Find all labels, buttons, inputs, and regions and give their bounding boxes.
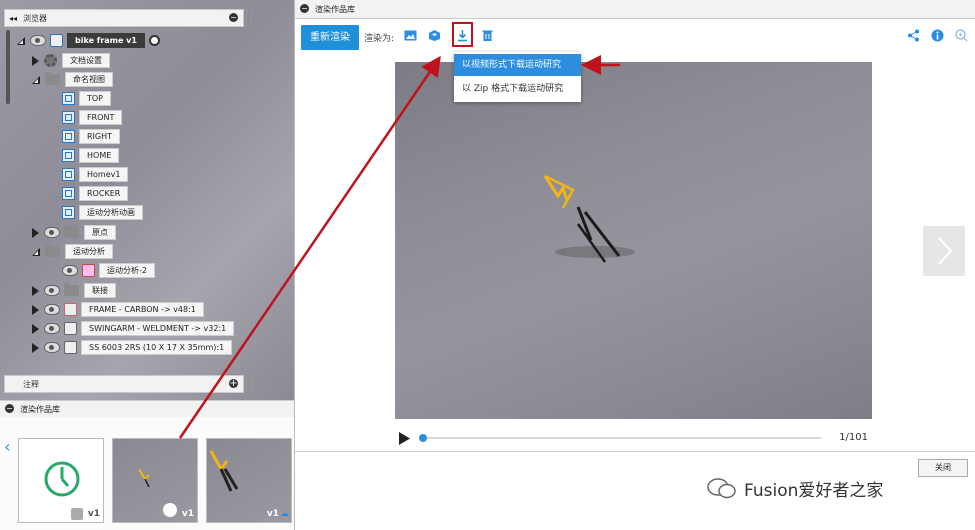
annotation-arrow-diagonal: [178, 55, 441, 439]
annotation-overlay: [178, 55, 620, 439]
watermark-text: Fusion爱好者之家: [744, 480, 884, 501]
wechat-icon: [707, 478, 736, 499]
watermark: Fusion爱好者之家: [706, 476, 966, 501]
